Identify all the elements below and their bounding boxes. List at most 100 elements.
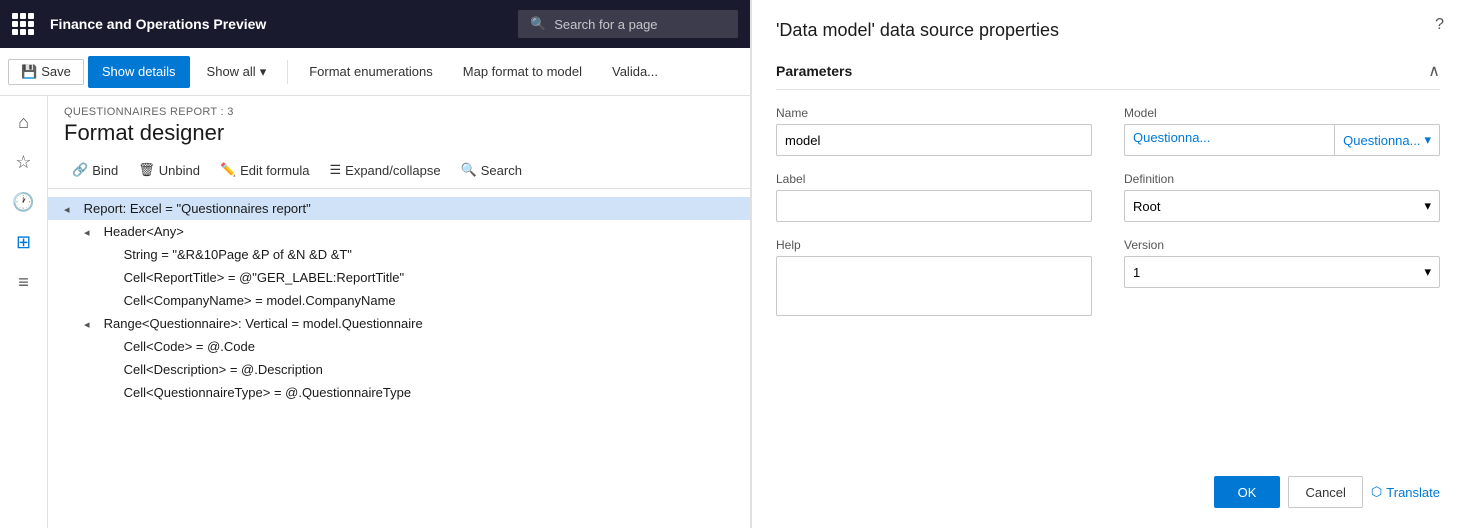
page-header: QUESTIONNAIRES REPORT : 3 Format designe… [48,96,750,152]
tree-item-text-7: Cell<Description> = @.Description [124,362,323,377]
tree-item-7[interactable]: Cell<Description> = @.Description [48,358,750,381]
help-group: Help [776,238,1092,316]
help-icon[interactable]: ? [1435,16,1444,34]
version-value: 1 [1133,265,1140,280]
definition-value: Root [1133,199,1160,214]
search-placeholder: Search for a page [554,17,657,32]
version-label: Version [1124,238,1440,252]
format-enumerations-button[interactable]: Format enumerations [296,58,446,85]
tree-item-text-6: Cell<Code> = @.Code [124,339,255,354]
format-tree: ◂ Report: Excel = "Questionnaires report… [48,189,750,528]
app-grid-icon[interactable] [12,13,34,35]
name-label: Name [776,106,1092,120]
model-group: Model Questionna... Questionna... ▾ [1124,106,1440,156]
ok-button[interactable]: OK [1214,476,1281,508]
search-icon: 🔍 [530,16,546,32]
chevron-down-icon: ▾ [1424,132,1431,148]
page-title: Format designer [64,120,734,146]
label-label: Label [776,172,1092,186]
definition-select[interactable]: Root ▾ [1124,190,1440,222]
label-input[interactable] [776,190,1092,222]
tree-arrow-4 [104,296,116,308]
version-chevron-icon: ▾ [1424,264,1431,280]
tree-item-0[interactable]: ◂ Report: Excel = "Questionnaires report… [48,197,750,220]
tree-item-1[interactable]: ◂ Header<Any> [48,220,750,243]
label-group: Label [776,172,1092,222]
tree-item-8[interactable]: Cell<QuestionnaireType> = @.Questionnair… [48,381,750,404]
cancel-button[interactable]: Cancel [1288,476,1362,508]
search-button[interactable]: 🔍 Search [453,158,530,182]
right-panel: ? 'Data model' data source properties Pa… [750,0,1464,528]
tree-item-text-4: Cell<CompanyName> = model.CompanyName [124,293,396,308]
section-title: Parameters [776,63,852,79]
sidebar-item-home[interactable]: ⌂ [6,104,42,140]
search-bar[interactable]: 🔍 Search for a page [518,10,738,38]
help-label: Help [776,238,1092,252]
breadcrumb: QUESTIONNAIRES REPORT : 3 [64,106,734,118]
bind-button[interactable]: 🔗 Bind [64,158,126,182]
version-select[interactable]: 1 ▾ [1124,256,1440,288]
definition-group: Definition Root ▾ [1124,172,1440,222]
tree-arrow-7 [104,365,116,377]
tree-arrow-8 [104,388,116,400]
tree-arrow-1: ◂ [84,226,96,239]
secondary-toolbar: 🔗 Bind 🗑 Unbind ✏️ Edit formula ☰ Expand… [48,152,750,189]
tree-item-text-0: Report: Excel = "Questionnaires report" [84,201,311,216]
sidebar-item-recent[interactable]: 🕐 [6,184,42,220]
sidebar-item-workspaces[interactable]: ⊞ [6,224,42,260]
tree-item-5[interactable]: ◂ Range<Questionnaire>: Vertical = model… [48,312,750,335]
tree-item-text-2: String = "&R&10Page &P of &N &D &T" [124,247,352,262]
app-title: Finance and Operations Preview [50,16,506,32]
definition-chevron-icon: ▾ [1424,198,1431,214]
name-group: Name [776,106,1092,156]
tree-arrow-2 [104,250,116,262]
sidebar-item-favorites[interactable]: ☆ [6,144,42,180]
tree-item-text-1: Header<Any> [104,224,184,239]
tree-item-text-8: Cell<QuestionnaireType> = @.Questionnair… [124,385,411,400]
save-icon: 💾 [21,64,37,80]
unlink-icon: 🗑 [138,162,155,178]
tree-arrow-6 [104,342,116,354]
name-input[interactable] [776,124,1092,156]
expand-collapse-button[interactable]: ☰ Expand/collapse [322,158,449,182]
tree-arrow-0: ◂ [64,203,76,216]
nav-bar: Finance and Operations Preview 🔍 Search … [0,0,750,48]
tree-item-6[interactable]: Cell<Code> = @.Code [48,335,750,358]
collapse-section-button[interactable]: ∧ [1428,61,1440,81]
tree-item-text-3: Cell<ReportTitle> = @"GER_LABEL:ReportTi… [124,270,405,285]
tree-item-3[interactable]: Cell<ReportTitle> = @"GER_LABEL:ReportTi… [48,266,750,289]
model-label: Model [1124,106,1440,120]
chevron-down-icon: ▾ [260,64,267,80]
model-select-right-value[interactable]: Questionna... ▾ [1335,125,1439,155]
model-select[interactable]: Questionna... Questionna... ▾ [1124,124,1440,156]
tree-item-4[interactable]: Cell<CompanyName> = model.CompanyName [48,289,750,312]
sidebar: ⌂ ☆ 🕐 ⊞ ≡ [0,96,48,528]
parameters-section-header: Parameters ∧ [776,61,1440,90]
panel-footer: OK Cancel ⬡ Translate [776,456,1440,508]
help-input[interactable] [776,256,1092,316]
unbind-button[interactable]: 🗑 Unbind [130,158,208,182]
translate-button[interactable]: ⬡ Translate [1371,484,1440,500]
version-group: Version 1 ▾ [1124,238,1440,316]
model-select-left-value: Questionna... [1125,125,1334,155]
sidebar-item-nav[interactable]: ≡ [6,264,42,300]
tree-item-2[interactable]: String = "&R&10Page &P of &N &D &T" [48,243,750,266]
toolbar-separator-1 [287,60,288,84]
tree-item-text-5: Range<Questionnaire>: Vertical = model.Q… [104,316,423,331]
parameters-form: Name Model Questionna... Questionna... ▾… [776,106,1440,316]
link-icon: 🔗 [72,162,88,178]
save-button[interactable]: 💾 Save [8,59,84,85]
edit-formula-button[interactable]: ✏️ Edit formula [212,158,318,182]
show-all-button[interactable]: Show all ▾ [194,58,280,86]
translate-icon: ⬡ [1371,484,1382,500]
main-toolbar: 💾 Save Show details Show all ▾ Format en… [0,48,750,96]
show-details-button[interactable]: Show details [88,56,190,88]
panel-title: 'Data model' data source properties [776,20,1440,41]
tree-arrow-5: ◂ [84,318,96,331]
expand-icon: ☰ [330,162,342,178]
pencil-icon: ✏️ [220,162,236,178]
map-format-to-model-button[interactable]: Map format to model [450,58,595,85]
definition-label: Definition [1124,172,1440,186]
validate-button[interactable]: Valida... [599,58,671,85]
search-icon: 🔍 [461,162,477,178]
